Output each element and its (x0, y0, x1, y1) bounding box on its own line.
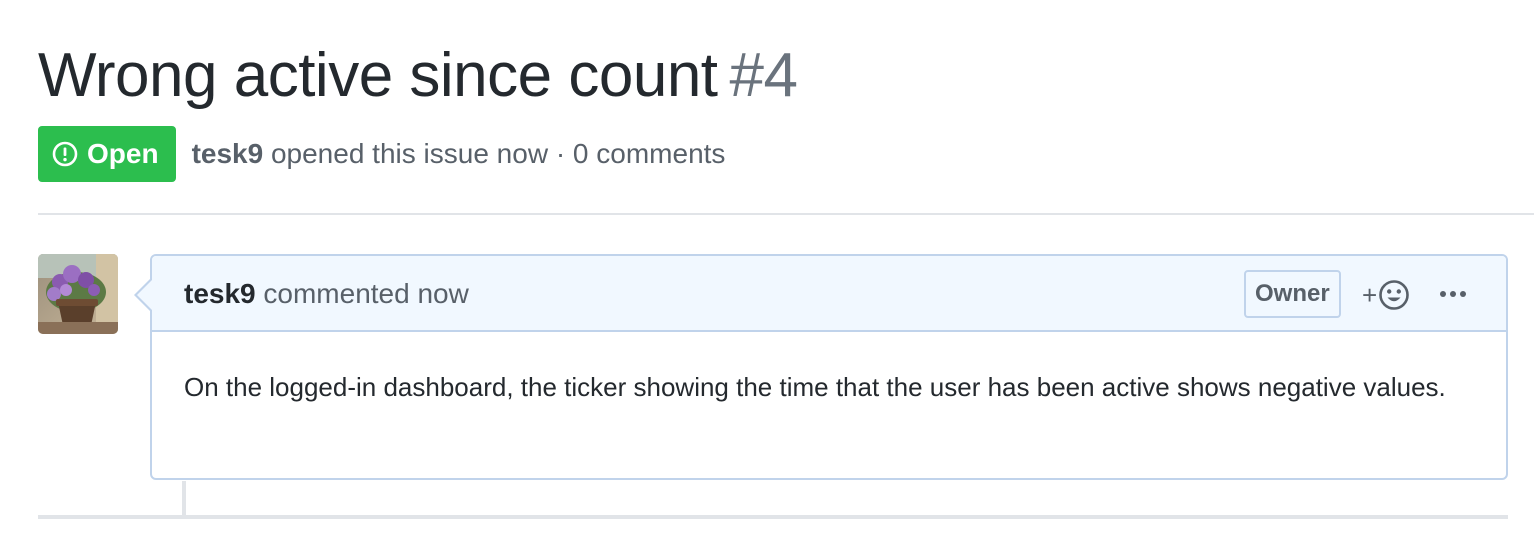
issue-meta-text: opened this issue now · 0 comments (270, 138, 726, 169)
comment-box: tesk9 commented now Owner + On the logge… (150, 254, 1508, 480)
more-actions-button[interactable] (1438, 282, 1468, 306)
owner-label: Owner (1244, 270, 1341, 318)
comment-body: On the logged-in dashboard, the ticker s… (184, 372, 1446, 402)
issue-opened-icon (52, 141, 78, 167)
issue-number: #4 (729, 41, 798, 110)
comment-pointer-fill (137, 280, 152, 310)
timeline-line (182, 481, 186, 517)
comment-author-link[interactable]: tesk9 (184, 278, 256, 309)
issue-author-link[interactable]: tesk9 (192, 138, 264, 169)
state-badge: Open (38, 126, 176, 182)
kebab-horizontal-icon (1440, 291, 1466, 297)
issue-title: Wrong active since count (38, 41, 718, 110)
flower-pot-avatar (38, 254, 118, 334)
issue-title-row: Wrong active since count #4 (38, 36, 798, 116)
reaction-plus: + (1362, 280, 1378, 310)
issue-page: Wrong active since count #4 Open tesk9 op… (0, 0, 1534, 542)
smiley-icon (1379, 280, 1409, 310)
issue-meta: tesk9 opened this issue now · 0 comments (192, 138, 726, 170)
add-reaction-button[interactable]: + (1362, 278, 1410, 312)
state-label: Open (87, 138, 159, 169)
header-divider (38, 213, 1534, 215)
comment-action: commented now (263, 278, 469, 309)
comment-header: tesk9 commented now Owner + (152, 256, 1506, 332)
timeline-divider (38, 515, 1508, 519)
avatar[interactable] (38, 254, 118, 334)
issue-meta-row: Open tesk9 opened this issue now · 0 com… (38, 126, 725, 182)
comment-header-text: tesk9 commented now (184, 256, 469, 332)
